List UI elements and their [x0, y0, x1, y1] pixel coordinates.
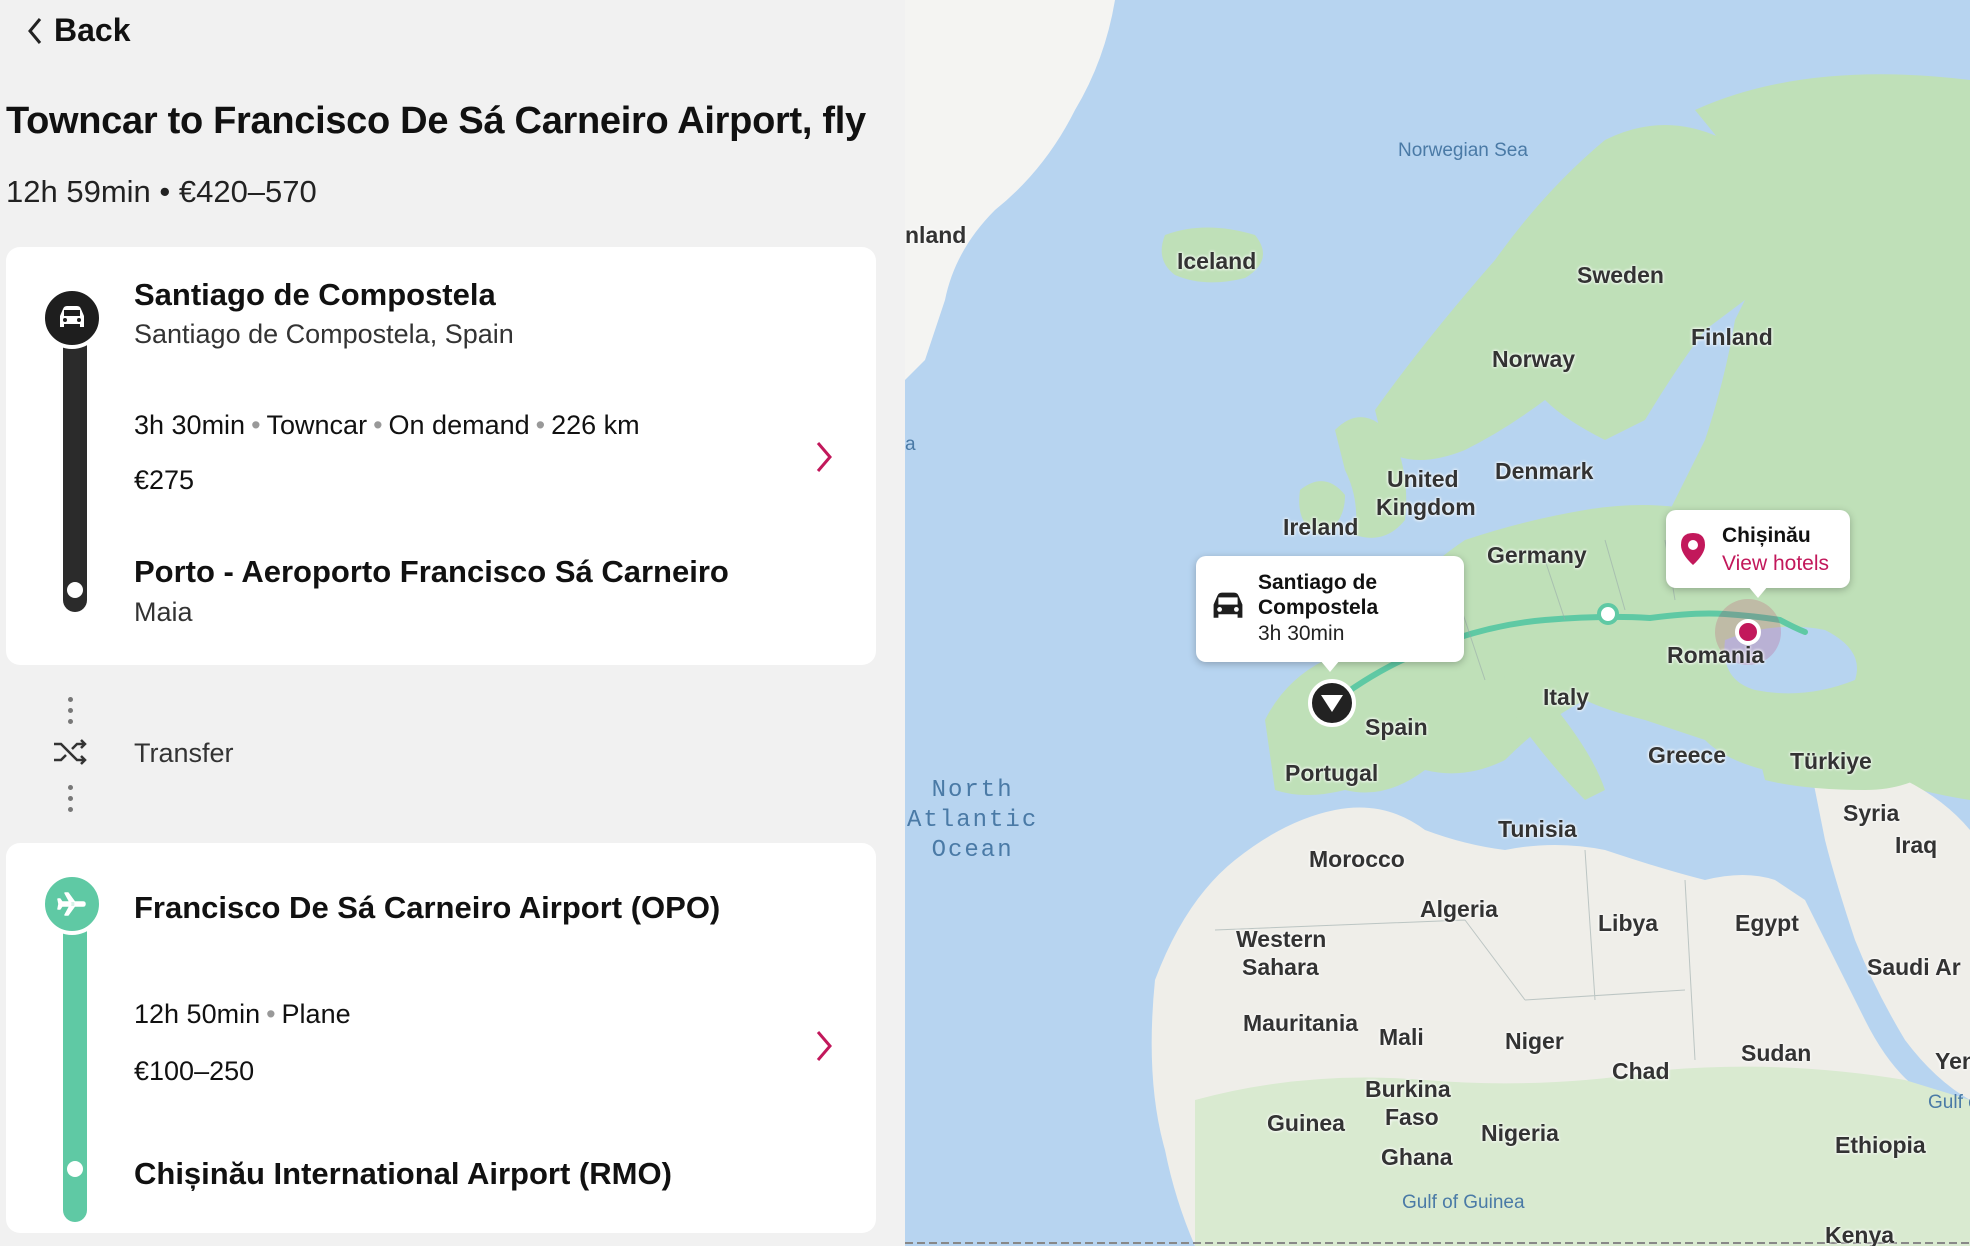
segment-details: 12h 50min • Plane: [134, 999, 351, 1029]
map-label: Egypt: [1735, 910, 1799, 936]
map-label: a: [905, 434, 916, 455]
map-label: Sweden: [1577, 262, 1664, 288]
route-map[interactable]: nland Iceland Norwegian Sea Sweden Finla…: [905, 0, 1970, 1246]
map-label: Syria: [1843, 800, 1900, 826]
car-icon: [1213, 592, 1243, 618]
destination-popup[interactable]: Chișinău View hotels: [1666, 510, 1850, 598]
segment-destination-name: Porto - Aeroporto Francisco Sá Carneiro: [134, 554, 729, 589]
map-label: Chad: [1612, 1058, 1670, 1084]
map-label: Finland: [1691, 324, 1773, 350]
map-label: Mali: [1379, 1024, 1424, 1050]
map-label: Denmark: [1495, 458, 1594, 484]
page-title: Towncar to Francisco De Sá Carneiro Airp…: [6, 100, 866, 142]
map-label: Burkina: [1365, 1076, 1451, 1102]
segment-card-plane[interactable]: Francisco De Sá Carneiro Airport (OPO) 1…: [6, 843, 876, 1233]
map-label: Germany: [1487, 542, 1587, 568]
origin-popup-title: Santiago de Compostela: [1258, 571, 1379, 619]
map-label: United: [1387, 466, 1459, 492]
segment-mode: Towncar: [266, 410, 368, 440]
map-label: Romania: [1667, 642, 1765, 668]
transfer-dots-top: [68, 697, 74, 730]
map-label: Mauritania: [1243, 1010, 1359, 1036]
map-label: Italy: [1543, 684, 1590, 710]
map-label: nland: [905, 222, 967, 248]
segment-frequency: On demand: [388, 410, 530, 440]
map-label: Kingdom: [1376, 494, 1476, 520]
segment-origin-name: Francisco De Sá Carneiro Airport (OPO): [134, 890, 721, 925]
map-label: Iceland: [1177, 248, 1257, 274]
map-label: Ethiopia: [1835, 1132, 1926, 1158]
map-label: Portugal: [1285, 760, 1379, 786]
map-label: Gulf o: [1928, 1092, 1970, 1113]
transfer-dots-bottom: [68, 785, 74, 818]
segment-distance: 226 km: [551, 410, 640, 440]
origin-popup-duration: 3h 30min: [1258, 622, 1345, 645]
map-label: Iraq: [1895, 832, 1938, 858]
segment-details: 3h 30min • Towncar • On demand • 226 km: [134, 410, 640, 440]
map-label: Western: [1236, 926, 1327, 952]
pin-icon: [1681, 533, 1705, 565]
destination-popup-title: Chișinău: [1722, 524, 1811, 547]
map-label: Sahara: [1242, 954, 1319, 980]
segment-origin-sub: Santiago de Compostela, Spain: [134, 319, 514, 349]
back-button[interactable]: Back: [26, 12, 131, 49]
map-ocean-label: North Atlantic Ocean: [907, 777, 1039, 864]
plane-icon: [57, 892, 86, 916]
map-label: Ireland: [1283, 514, 1359, 540]
car-badge: [41, 287, 103, 349]
origin-popup[interactable]: Santiago de Compostela 3h 30min: [1196, 556, 1464, 672]
map-label: Türkiye: [1790, 748, 1872, 774]
map-label: Faso: [1385, 1104, 1439, 1130]
map-label: Kenya: [1825, 1222, 1895, 1246]
map-label: Yen: [1935, 1048, 1970, 1074]
segment-end-dot: [67, 1161, 83, 1177]
map-label: Sudan: [1741, 1040, 1812, 1066]
segment-price: €100–250: [134, 1056, 255, 1086]
map-label: Morocco: [1309, 846, 1405, 872]
segment-price: €275: [134, 465, 195, 495]
map-label: Guinea: [1267, 1110, 1345, 1136]
popup-pointer: [1320, 660, 1340, 672]
map-label: Spain: [1365, 714, 1428, 740]
map-label: Gulf of Guinea: [1402, 1192, 1525, 1213]
view-hotels-link[interactable]: View hotels: [1722, 552, 1829, 576]
back-label: Back: [54, 12, 131, 48]
route-summary: 12h 59min • €420–570: [6, 174, 317, 209]
map-label: Ghana: [1381, 1144, 1453, 1170]
segment-card-towncar[interactable]: Santiago de Compostela Santiago de Compo…: [6, 247, 876, 665]
itinerary-panel: Back Towncar to Francisco De Sá Carneiro…: [0, 0, 905, 1246]
segment-origin-name: Santiago de Compostela: [134, 277, 496, 312]
map-label: Libya: [1598, 910, 1659, 936]
chevron-left-icon: [28, 17, 42, 44]
map-label: Niger: [1505, 1028, 1564, 1054]
transfer-label: Transfer: [134, 738, 234, 768]
segment-duration: 12h 50min: [134, 999, 261, 1029]
chevron-right-icon[interactable]: [812, 1028, 836, 1064]
map-label: Norway: [1492, 346, 1576, 372]
map-label: Saudi Ar: [1867, 954, 1961, 980]
popup-pointer: [1748, 586, 1768, 598]
segment-destination-sub: Maia: [134, 597, 193, 627]
car-icon: [60, 306, 84, 327]
segment-end-dot: [67, 582, 83, 598]
map-label: Nigeria: [1481, 1120, 1559, 1146]
segment-destination-name: Chișinău International Airport (RMO): [134, 1156, 672, 1191]
map-label: Norwegian Sea: [1398, 140, 1528, 161]
segment-mode: Plane: [281, 999, 351, 1029]
map-label: Greece: [1648, 742, 1727, 768]
plane-badge: [41, 873, 103, 935]
map-label: Tunisia: [1498, 816, 1577, 842]
shuffle-icon: [54, 739, 87, 765]
chevron-right-icon[interactable]: [812, 439, 836, 475]
segment-duration: 3h 30min: [134, 410, 246, 440]
map-label: Algeria: [1420, 896, 1498, 922]
